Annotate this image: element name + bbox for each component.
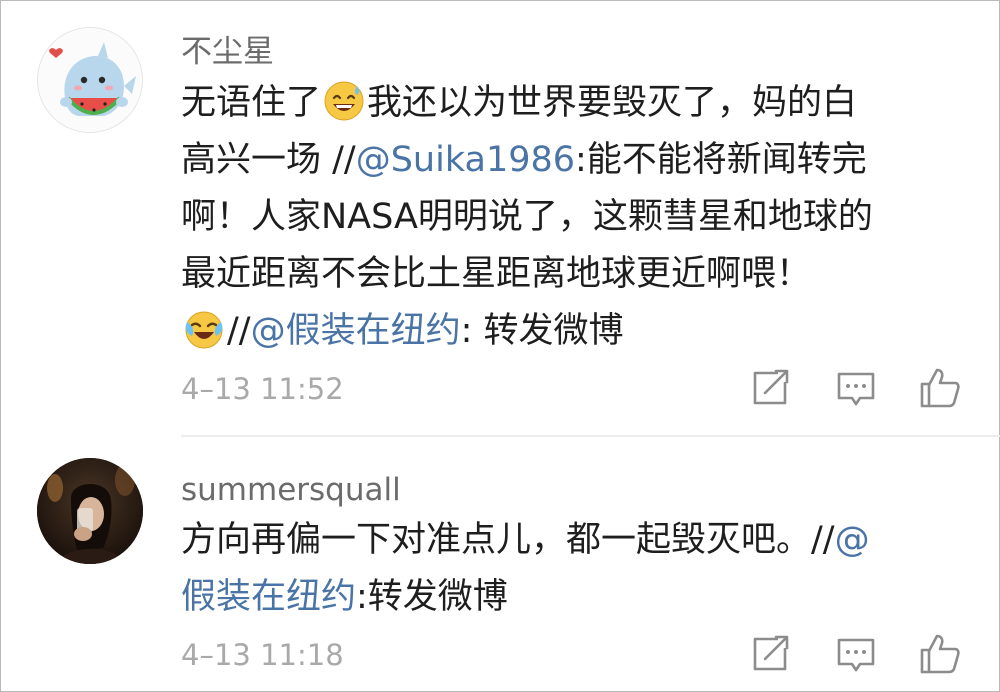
avatar[interactable] <box>37 27 143 133</box>
mention-link[interactable]: @ <box>835 520 870 560</box>
repost-icon <box>753 635 789 671</box>
comment-line: //@假装在纽约: 转发微博 <box>181 303 951 360</box>
mention-link[interactable]: @假装在纽约 <box>251 311 461 351</box>
comment-line: 高兴一场 //@Suika1986:能不能将新闻转完 <box>181 132 951 189</box>
avatar-photo-image <box>37 458 143 564</box>
comment-line: 啊！人家NASA明明说了，这颗彗星和地球的 <box>181 197 873 237</box>
timestamp: 4–13 11:18 <box>181 638 344 672</box>
comment-icon <box>837 638 875 672</box>
text-segment: 方向再偏一下对准点儿，都一起毁灭吧。// <box>181 520 835 560</box>
comment-line: 假装在纽约:转发微博 <box>181 569 951 626</box>
comment-text: 方向再偏一下对准点儿，都一起毁灭吧。//@ 假装在纽约:转发微博 <box>181 512 951 626</box>
comment-button[interactable] <box>834 366 878 410</box>
text-segment: 高兴一场 // <box>181 140 356 180</box>
text-segment: // <box>227 311 251 351</box>
like-button[interactable] <box>918 366 962 410</box>
repost-button[interactable] <box>748 366 792 410</box>
username[interactable]: summersquall <box>181 470 401 510</box>
comment-button[interactable] <box>834 632 878 676</box>
avatar[interactable] <box>37 458 143 564</box>
comment-line: 最近距离不会比土星距离地球更近啊喂！ <box>181 254 812 294</box>
comment-item: 不尘星 无语住了 我还以为世界要毁灭了，妈的白 高兴一场 //@Suika198… <box>0 0 1000 436</box>
comment-line: 无语住了 我还以为世界要毁灭了，妈的白 <box>181 75 951 132</box>
mention-link[interactable]: @Suika1986 <box>356 140 575 180</box>
comment-icon <box>837 372 875 406</box>
repost-button[interactable] <box>748 632 792 676</box>
comment-item: summersquall 方向再偏一下对准点儿，都一起毁灭吧。//@ 假装在纽约… <box>0 437 1000 692</box>
sweat-smile-emoji <box>323 80 365 122</box>
text-segment: :转发微博 <box>356 577 508 617</box>
timestamp: 4–13 11:52 <box>181 372 344 406</box>
comment-actions <box>748 366 968 410</box>
text-segment: : 转发微博 <box>460 311 624 351</box>
like-icon <box>920 368 960 408</box>
comment-text: 无语住了 我还以为世界要毁灭了，妈的白 高兴一场 //@Suika1986:能不… <box>181 75 951 360</box>
like-icon <box>920 634 960 674</box>
comment-line: 方向再偏一下对准点儿，都一起毁灭吧。//@ <box>181 512 951 569</box>
text-segment: :能不能将新闻转完 <box>575 140 867 180</box>
text-segment: 无语住了 <box>181 83 322 123</box>
repost-icon <box>753 369 789 405</box>
comment-actions <box>748 632 968 676</box>
mention-link[interactable]: 假装在纽约 <box>181 577 356 617</box>
text-segment: 我还以为世界要毁灭了，妈的白 <box>367 83 858 123</box>
avatar-shark-image <box>38 28 142 132</box>
like-button[interactable] <box>918 632 962 676</box>
laughing-tears-emoji <box>183 308 225 350</box>
username[interactable]: 不尘星 <box>181 32 274 72</box>
